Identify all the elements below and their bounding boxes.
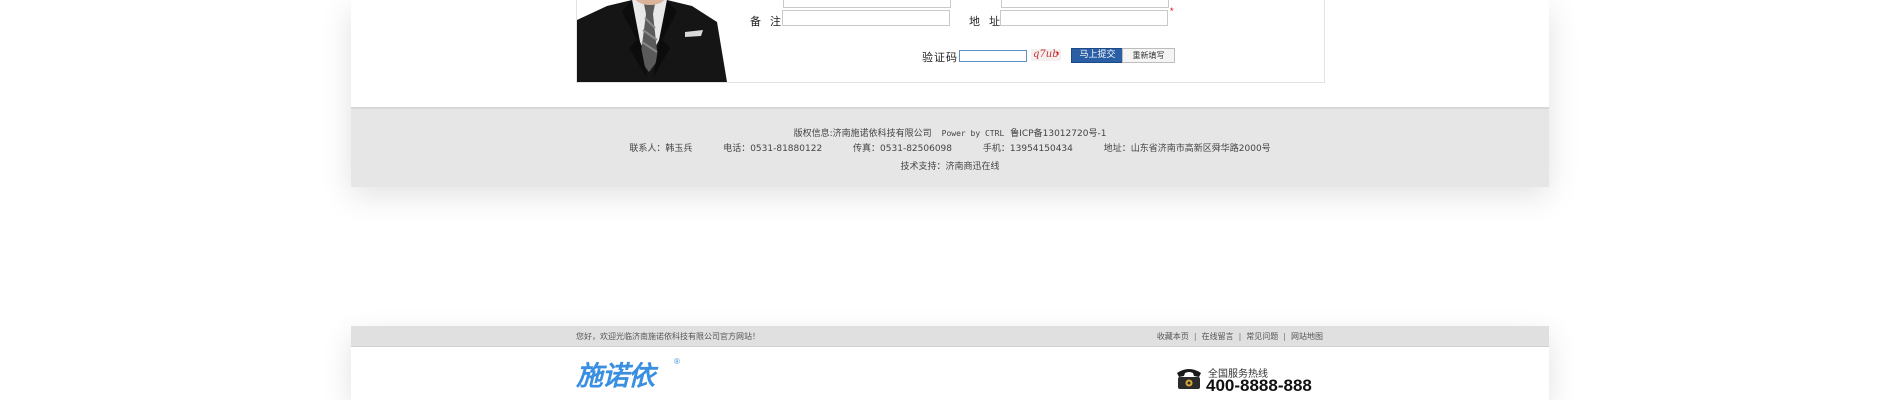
page-preview-top: 您好，欢迎光临济南施诺依科技有限公司官方网站！ 收藏本页 | 在线留言 | 常见问题 | 网… xyxy=(351,326,1549,400)
top-links: 收藏本页 | 在线留言 | 常见问题 | 网站地图 xyxy=(1157,331,1323,342)
link-online-message[interactable]: 在线留言 xyxy=(1202,332,1234,341)
footer-mobile: 手机：13954150434 xyxy=(982,144,1073,154)
captcha-required-mark: * xyxy=(1056,50,1060,60)
site-logo[interactable]: 施诺依 xyxy=(576,354,655,393)
footer-copyright-label: 版权信息: xyxy=(793,129,833,139)
remark-input[interactable] xyxy=(782,10,950,26)
contact-input-cut[interactable] xyxy=(783,0,951,8)
submit-button[interactable]: 马上提交 xyxy=(1071,48,1124,63)
captcha-input[interactable] xyxy=(959,50,1027,62)
welcome-text: 您好，欢迎光临济南施诺依科技有限公司官方网站！ xyxy=(576,332,760,341)
address-input[interactable] xyxy=(1000,10,1168,26)
reset-button[interactable]: 重新填写 xyxy=(1122,48,1175,63)
top-bar: 您好，欢迎光临济南施诺依科技有限公司官方网站！ 收藏本页 | 在线留言 | 常见问题 | 网… xyxy=(351,326,1549,347)
site-footer: 版权信息:济南施诺依科技有限公司 Power by CTRL 鲁ICP备130127… xyxy=(351,107,1549,187)
message-form: 备 注: 地 址: * 验证码: q7ub * 马上提交 重新填写 xyxy=(576,0,1325,83)
message-form-area: 备 注: 地 址: * 验证码: q7ub * 马上提交 重新填写 xyxy=(351,0,1549,107)
hotline-number: 400-8888-888 xyxy=(1206,376,1312,395)
footer-fax: 传真：0531-82506098 xyxy=(853,144,953,154)
email-input-cut[interactable] xyxy=(1001,0,1169,8)
captcha-label: 验证码: xyxy=(922,52,963,64)
footer-support: 技术支持：济南商迅在线 xyxy=(900,162,1000,172)
logo-registered-mark: ® xyxy=(674,357,680,366)
footer-contact: 联系人：韩玉兵 xyxy=(629,144,693,154)
footer-copyright-line: 版权信息:济南施诺依科技有限公司 Power by CTRL 鲁ICP备130127… xyxy=(351,126,1549,139)
person-photo xyxy=(577,0,732,82)
footer-phone: 电话：0531-81880122 xyxy=(723,144,823,154)
footer-contact-line: 联系人：韩玉兵 电话：0531-81880122 传真：0531-8250609… xyxy=(351,141,1549,154)
footer-power: Power by CTRL xyxy=(941,129,1005,138)
top-link-separator: | xyxy=(1193,332,1197,341)
link-faq[interactable]: 常见问题 xyxy=(1246,332,1278,341)
footer-support-line: 技术支持：济南商迅在线 xyxy=(351,159,1549,172)
site-header: 施诺依 ® 全国服务热线 400-8888-888 xyxy=(351,347,1549,400)
address-required-mark: * xyxy=(1170,6,1174,16)
footer-address: 地址：山东省济南市高新区舜华路2000号 xyxy=(1103,144,1271,154)
link-sitemap[interactable]: 网站地图 xyxy=(1291,332,1323,341)
nav-bar-cut xyxy=(731,393,1071,397)
footer-company: 济南施诺依科技有限公司 xyxy=(832,129,932,139)
top-link-separator: | xyxy=(1283,332,1286,341)
footer-icp: 鲁ICP备13012720号-1 xyxy=(1010,129,1107,139)
page-preview-bottom: 备 注: 地 址: * 验证码: q7ub * 马上提交 重新填写 版权信息:济… xyxy=(351,0,1549,187)
phone-icon xyxy=(1177,369,1201,389)
link-bookmark[interactable]: 收藏本页 xyxy=(1157,332,1189,341)
top-link-separator: | xyxy=(1238,332,1242,341)
